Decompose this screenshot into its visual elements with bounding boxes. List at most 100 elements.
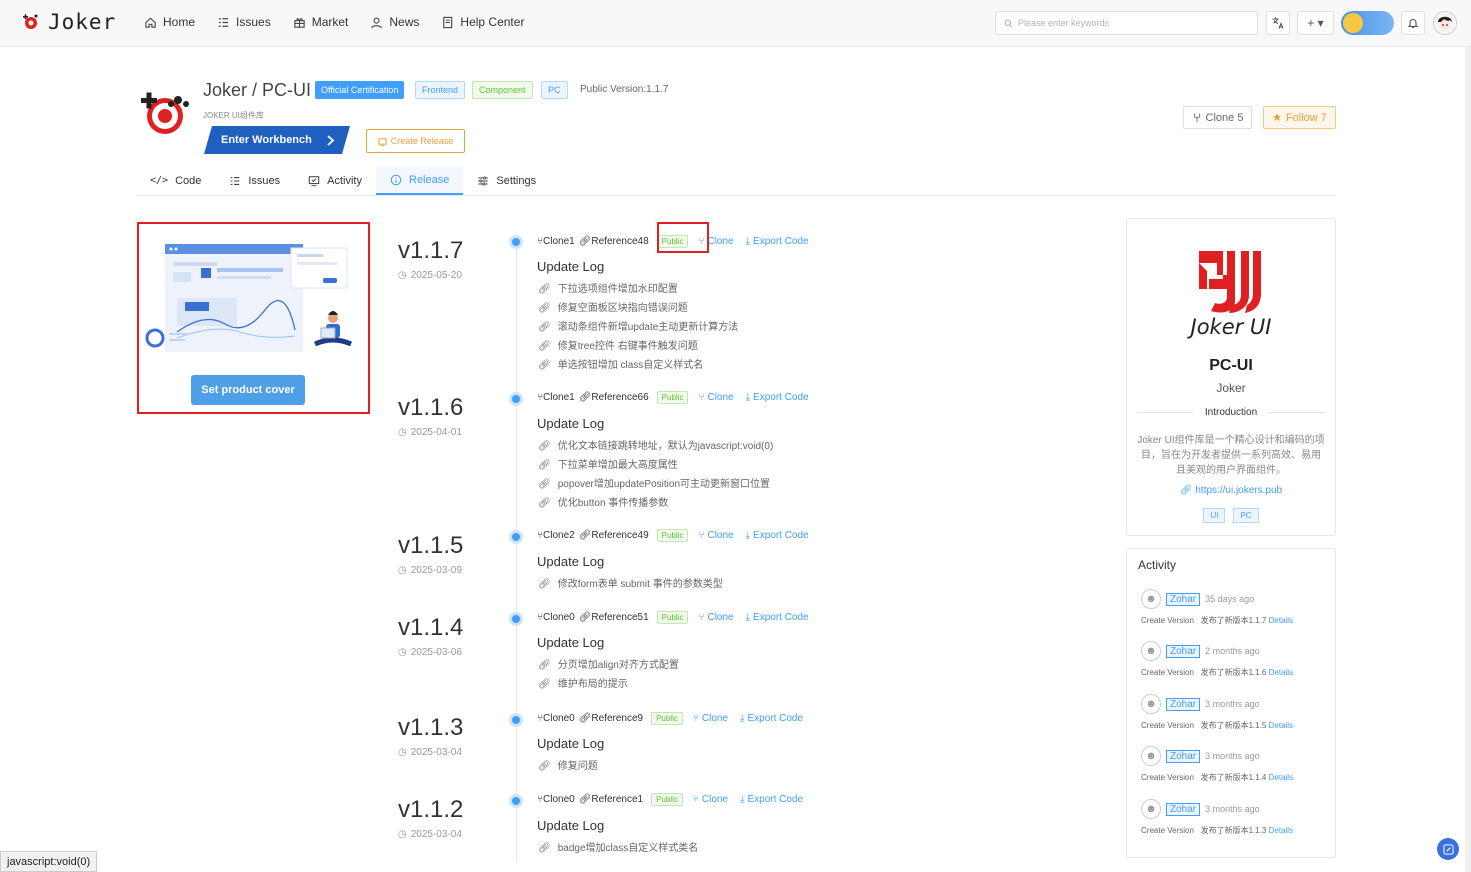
browser-status-bar: javascript:void(0) — [0, 851, 98, 872]
link-icon: 🔗︎ — [538, 761, 551, 772]
activity-desc: 发布了新版本1.1.6 — [1200, 668, 1267, 677]
avatar-icon: ☻ — [1145, 593, 1157, 605]
enter-workbench-button[interactable]: Enter Workbench — [204, 126, 350, 154]
link-icon: 🔗︎ — [538, 479, 551, 490]
tag-pc[interactable]: PC — [541, 81, 568, 99]
export-code-link[interactable]: ⤓ Export Code — [746, 392, 809, 403]
details-link[interactable]: Details — [1269, 721, 1293, 730]
release-clone-link[interactable]: ⑂ Clone — [698, 530, 733, 541]
details-link[interactable]: Details — [1269, 826, 1293, 835]
export-code-link[interactable]: ⤓ Export Code — [740, 713, 803, 724]
activity-user[interactable]: Zohar — [1166, 749, 1201, 763]
update-log-item[interactable]: 🔗︎ badge增加class自定义样式类名 — [538, 839, 698, 858]
notification-button[interactable] — [1401, 11, 1425, 35]
export-code-label: Export Code — [747, 713, 804, 724]
repo-title[interactable]: Joker / PC-UI — [203, 80, 311, 101]
release-reference-count: Reference51 — [591, 612, 649, 623]
project-link[interactable]: 🔗︎ https://ui.jokers.pub — [1127, 485, 1335, 496]
avatar[interactable]: ☻ — [1141, 589, 1161, 609]
activity-item: ☻ Zohar 3 months ago Create Version 发布了新… — [1141, 694, 1293, 731]
nav-news[interactable]: News — [370, 15, 419, 29]
update-log-item[interactable]: 🔗︎ 单选按钮增加 class自定义样式名 — [538, 356, 738, 375]
link-icon: 🔗︎ — [538, 660, 551, 671]
joker-ui-logo — [1199, 251, 1261, 313]
tag-component[interactable]: Component — [472, 81, 533, 99]
tab-activity-label: Activity — [327, 174, 362, 187]
follow-label: Follow 7 — [1285, 111, 1327, 124]
follow-button[interactable]: ★ Follow 7 — [1263, 106, 1336, 129]
user-avatar[interactable] — [1433, 11, 1457, 35]
activity-time: 3 months ago — [1205, 699, 1260, 709]
activity-user[interactable]: Zohar — [1166, 592, 1201, 606]
clock-icon: ◷ — [398, 565, 407, 576]
activity-user[interactable]: Zohar — [1166, 802, 1201, 816]
update-log-item[interactable]: 🔗︎ 维护布局的提示 — [538, 675, 679, 694]
update-log-list: 🔗︎ 优化文本链接跳转地址，默认为javascript:void(0) 🔗︎ 下拉菜… — [538, 437, 773, 513]
theme-toggle[interactable] — [1341, 11, 1394, 35]
set-product-cover-button[interactable]: Set product cover — [191, 375, 305, 405]
nav-market[interactable]: Market — [293, 15, 348, 29]
avatar[interactable]: ☻ — [1141, 799, 1161, 819]
update-log-item[interactable]: 🔗︎ 优化文本链接跳转地址，默认为javascript:void(0) — [538, 437, 773, 456]
update-log-item[interactable]: 🔗︎ 分页增加align对齐方式配置 — [538, 656, 679, 675]
link-icon: 🔗︎ — [578, 236, 592, 247]
public-badge: Public — [651, 793, 683, 806]
tab-issues[interactable]: Issues — [215, 166, 294, 195]
app-logo[interactable]: Joker — [22, 10, 116, 34]
avatar[interactable]: ☻ — [1141, 641, 1161, 661]
nav-help-center[interactable]: Help Center — [441, 15, 524, 29]
details-link[interactable]: Details — [1269, 668, 1293, 677]
update-log-item[interactable]: 🔗︎ 滚动条组件新增update主动更新计算方法 — [538, 318, 738, 337]
update-log-item[interactable]: 🔗︎ 修改form表单 submit 事件的参数类型 — [538, 575, 723, 594]
create-release-button[interactable]: Create Release — [366, 129, 465, 153]
release-meta: ⑂ Clone0 🔗︎ Reference9 Public ⑂ Clone ⤓ Expo… — [537, 712, 815, 725]
update-log-heading: Update Log — [537, 736, 605, 751]
tab-release[interactable]: Release — [376, 166, 464, 195]
export-code-link[interactable]: ⤓ Export Code — [740, 794, 803, 805]
export-code-link[interactable]: ⤓ Export Code — [746, 612, 809, 623]
update-log-item[interactable]: 🔗︎ 修复空面板区块指向错误问题 — [538, 299, 738, 318]
nav-issues[interactable]: Issues — [217, 15, 271, 29]
tag-frontend[interactable]: Frontend — [415, 81, 466, 99]
release-date-label: 2025-03-09 — [410, 565, 462, 576]
release-clone-link[interactable]: ⑂ Clone — [698, 612, 733, 623]
export-code-label: Export Code — [747, 794, 804, 805]
update-log-item[interactable]: 🔗︎ 下拉选项组件增加水印配置 — [538, 280, 738, 299]
public-badge: Public — [656, 391, 689, 404]
nav-home[interactable]: Home — [144, 15, 195, 29]
create-menu-button[interactable]: + ▾ — [1297, 11, 1334, 35]
fork-icon: ⑂ — [692, 794, 699, 805]
activity-item: ☻ Zohar 3 months ago Create Version 发布了新… — [1141, 799, 1293, 836]
release-clone-link[interactable]: ⑂ Clone — [698, 392, 733, 403]
update-log-item[interactable]: 🔗︎ 修复问题 — [538, 757, 598, 776]
floating-edit-button[interactable] — [1437, 838, 1459, 860]
link-icon: 🔗︎ — [578, 612, 592, 623]
avatar[interactable]: ☻ — [1141, 746, 1161, 766]
release-clone-link[interactable]: ⑂ Clone — [693, 713, 728, 724]
tag-pc[interactable]: PC — [1233, 508, 1259, 523]
export-code-link[interactable]: ⤓ Export Code — [746, 236, 809, 247]
tag-ui[interactable]: UI — [1203, 508, 1226, 523]
sun-icon — [1343, 13, 1363, 33]
update-log-item[interactable]: 🔗︎ 优化button 事件传播参数 — [538, 494, 773, 513]
update-log-item[interactable]: 🔗︎ 下拉菜单增加最大高度属性 — [538, 456, 773, 475]
tab-settings[interactable]: Settings — [463, 166, 550, 195]
page-scrollbar[interactable] — [1465, 47, 1471, 872]
details-link[interactable]: Details — [1269, 616, 1293, 625]
translate-button[interactable] — [1266, 11, 1290, 35]
release-clone-link[interactable]: ⑂ Clone — [693, 794, 728, 805]
update-log-text: 下拉选项组件增加水印配置 — [557, 284, 678, 295]
avatar[interactable]: ☻ — [1141, 694, 1161, 714]
search-input[interactable]: Please enter keywords — [995, 11, 1258, 35]
export-code-link[interactable]: ⤓ Export Code — [746, 530, 809, 541]
star-icon: ★ — [1272, 112, 1282, 124]
update-log-item[interactable]: 🔗︎ 修复tree控件 右键事件触发问题 — [538, 337, 738, 356]
clone-button[interactable]: Clone 5 — [1183, 106, 1252, 129]
tab-activity[interactable]: Activity — [294, 166, 376, 195]
update-log-item[interactable]: 🔗︎ popover增加updatePosition可主动更新窗口位置 — [538, 475, 773, 494]
activity-user[interactable]: Zohar — [1166, 644, 1201, 658]
activity-user[interactable]: Zohar — [1166, 697, 1201, 711]
tab-code[interactable]: </> Code — [136, 166, 215, 195]
release-version: v1.1.4 ◷ 2025-03-06 — [398, 614, 463, 658]
details-link[interactable]: Details — [1269, 773, 1293, 782]
